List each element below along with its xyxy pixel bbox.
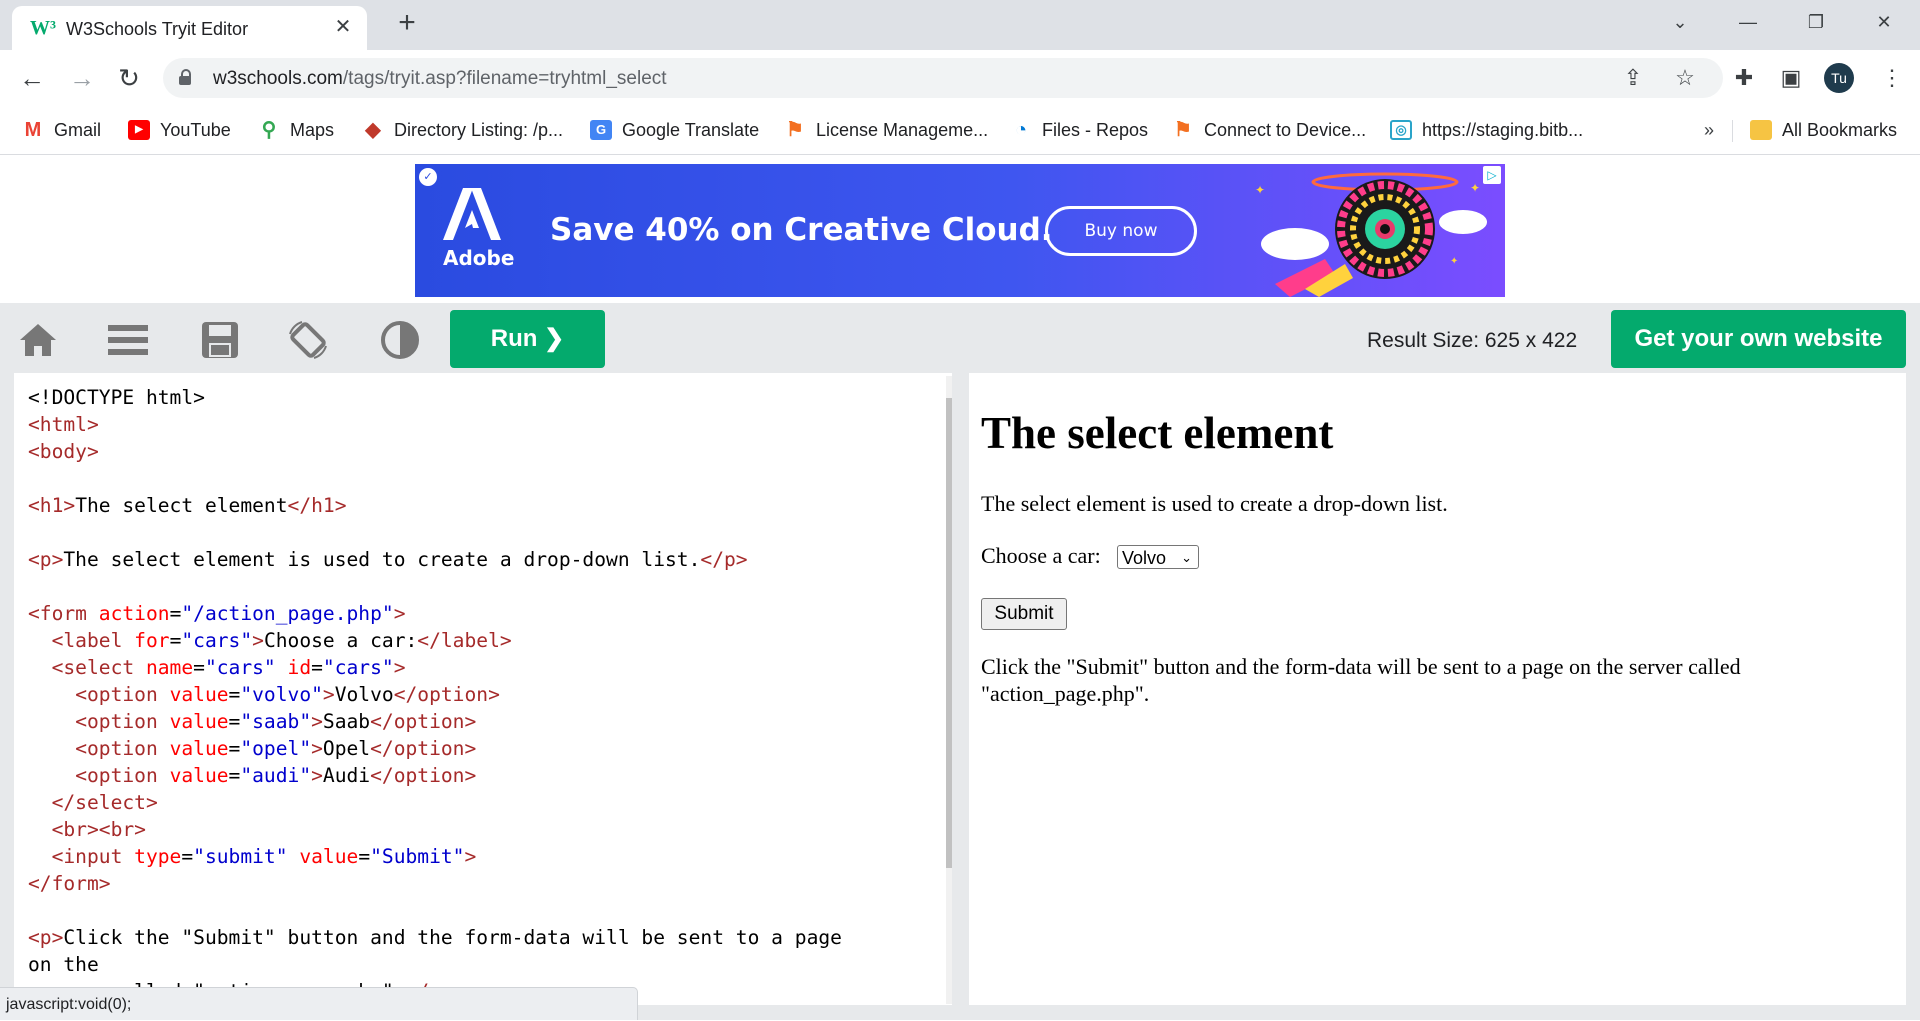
files-repos-icon: ◔ [1014,119,1028,141]
profile-avatar[interactable]: Tu [1824,63,1854,93]
bookmark-youtube[interactable]: ▶ YouTube [128,116,231,144]
result-frame: The select element The select element is… [969,373,1906,1005]
chevron-down-icon: ⌄ [1181,550,1192,565]
bookmark-connect-to-device[interactable]: ⚑ Connect to Device... [1172,116,1366,144]
bookmark-label: https://staging.bitb... [1422,119,1584,140]
menu-kebab-icon[interactable]: ⋮ [1878,64,1906,92]
bookmark-label: Maps [290,119,335,140]
w3schools-favicon-icon: W³ [30,17,56,39]
bookmark-directory-listing[interactable]: ◆ Directory Listing: /p... [362,116,563,144]
ad-illustration: ✦ ✦ ✦ [1255,172,1487,297]
address-bar[interactable]: w3schools.com/tags/tryit.asp?filename=tr… [163,58,1723,98]
new-tab-icon[interactable]: + [393,8,421,38]
result-note: Click the "Submit" button and the form-d… [981,654,1741,706]
bookmark-files-repos[interactable]: ◔ Files - Repos [1010,116,1148,144]
bookmark-label: YouTube [160,119,231,140]
svg-text:✦: ✦ [1255,183,1265,197]
license-icon: ⚑ [786,119,804,141]
youtube-icon: ▶ [128,120,150,140]
save-icon[interactable] [200,320,240,360]
status-bar: javascript:void(0); [0,987,638,1020]
car-label: Choose a car: [981,543,1101,568]
menu-icon[interactable] [108,320,148,360]
ad-buy-now-button[interactable]: Buy now [1045,206,1197,256]
bookmark-label: Gmail [54,119,102,140]
bookmark-maps[interactable]: ⚲ Maps [258,116,334,144]
result-intro: The select element is used to create a d… [981,491,1448,516]
bookmarks-bar: M Gmail ▶ YouTube ⚲ Maps ◆ Directory Lis… [0,106,1920,155]
result-size-text: Result Size: 625 x 422 [1367,329,1578,352]
code-editor[interactable]: <!DOCTYPE html> <html> <body> <h1>The se… [14,373,952,1005]
get-your-own-website-button[interactable]: Get your own website [1611,310,1906,368]
reload-icon[interactable]: ↻ [113,62,145,94]
submit-button[interactable]: Submit [981,598,1067,630]
result-heading: The select element [981,408,1334,458]
run-button[interactable]: Run ❯ [450,310,605,368]
bookmark-label: Files - Repos [1042,119,1149,140]
lock-icon[interactable] [179,69,191,85]
ad-headline: Save 40% on Creative Cloud. [550,212,1053,248]
ad-choices-icon[interactable]: ▷ [1483,166,1501,184]
bookmark-google-translate[interactable]: G Google Translate [590,116,759,144]
bookmark-gmail[interactable]: M Gmail [22,116,101,144]
tab-strip: W³ W3Schools Tryit Editor ✕ + ⌄ — ❐ ✕ [0,0,1920,50]
share-icon[interactable]: ⇪ [1619,64,1647,92]
bookmark-label: License Manageme... [816,119,989,140]
directory-icon: ◆ [365,119,381,141]
restore-icon[interactable]: ❐ [1796,8,1836,36]
browser-tab[interactable]: W³ W3Schools Tryit Editor ✕ [12,6,367,50]
bookmark-label: Connect to Device... [1204,119,1367,140]
dark-mode-icon[interactable] [380,320,420,360]
minimize-icon[interactable]: — [1728,8,1768,36]
back-icon[interactable]: ← [16,62,48,94]
tab-title: W3Schools Tryit Editor [66,19,249,39]
browser-toolbar: ← → ↻ w3schools.com/tags/tryit.asp?filen… [0,50,1920,106]
home-icon[interactable] [18,320,58,360]
all-bookmarks-label: All Bookmarks [1782,119,1898,140]
ad-shield-icon: ✓ [419,168,437,186]
staging-icon: ◎ [1390,120,1412,140]
folder-icon [1750,120,1772,140]
svg-text:✦: ✦ [1450,256,1458,267]
ad-banner[interactable]: ✓ Adobe Save 40% on Creative Cloud. Buy … [415,164,1505,297]
svg-text:✦: ✦ [1470,181,1480,195]
forward-icon[interactable]: → [66,62,98,94]
car-select-value: Volvo [1122,548,1167,568]
side-panel-icon[interactable]: ▣ [1777,64,1805,92]
bookmark-label: Google Translate [622,119,760,140]
scroll-down-icon[interactable]: ▼ [946,986,952,1004]
car-select[interactable]: Volvo ⌄ [1117,545,1199,569]
rotate-orientation-icon[interactable] [288,320,328,360]
scroll-up-icon[interactable]: ▲ [946,376,952,394]
bookmark-star-icon[interactable]: ☆ [1671,64,1699,92]
translate-icon: G [590,120,612,140]
connect-icon: ⚑ [1174,119,1192,141]
close-tab-icon[interactable]: ✕ [331,15,355,39]
bookmark-license-management[interactable]: ⚑ License Manageme... [784,116,988,144]
bookmark-staging[interactable]: ◎ https://staging.bitb... [1390,116,1583,144]
bookmarks-overflow-icon[interactable]: » [1704,120,1714,141]
ad-brand: Adobe [443,246,515,270]
adobe-logo-icon [443,188,501,240]
workspace: <!DOCTYPE html> <html> <body> <h1>The se… [0,373,1920,1020]
extensions-icon[interactable]: ✚ [1730,64,1758,92]
all-bookmarks[interactable]: All Bookmarks [1750,116,1897,144]
tab-search-icon[interactable]: ⌄ [1660,8,1700,36]
code-text[interactable]: <!DOCTYPE html> <html> <body> <h1>The se… [28,384,842,1005]
url-text[interactable]: w3schools.com/tags/tryit.asp?filename=tr… [213,68,667,90]
bookmark-label: Directory Listing: /p... [394,119,564,140]
close-window-icon[interactable]: ✕ [1864,8,1904,36]
maps-pin-icon: ⚲ [261,119,277,141]
gmail-icon: M [24,119,42,141]
editor-scroll-thumb[interactable] [946,398,952,868]
bookmarks-divider [1732,120,1733,142]
tryit-toolbar: Run ❯ Result Size: 625 x 422 Get your ow… [0,303,1920,373]
